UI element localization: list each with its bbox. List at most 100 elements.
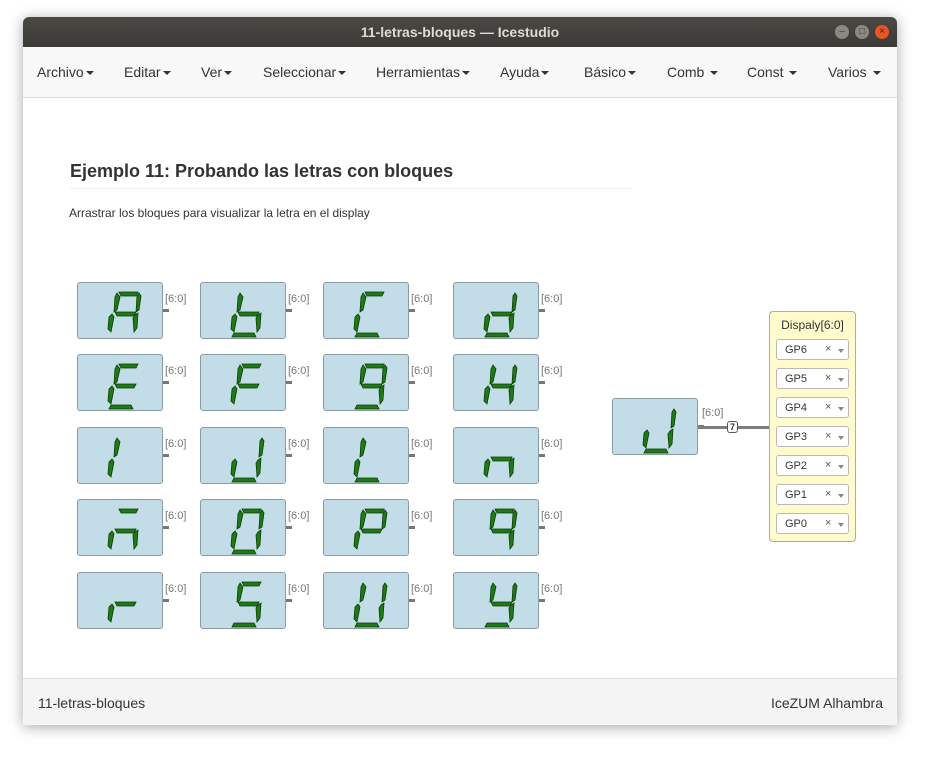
segment-c	[667, 428, 674, 450]
letter-block-17[interactable]	[77, 572, 163, 629]
menu-editar[interactable]: Editar	[124, 64, 171, 80]
letter-block-10[interactable]	[200, 427, 286, 484]
output-port[interactable]	[539, 454, 545, 457]
output-port[interactable]	[539, 526, 545, 529]
seven-segment-glyph	[483, 456, 515, 479]
menu-ayuda[interactable]: Ayuda	[500, 64, 550, 80]
port-label: [6:0]	[411, 510, 433, 522]
port-label: [6:0]	[288, 365, 310, 377]
segment-d	[231, 477, 257, 483]
port-label: [6:0]	[165, 293, 187, 305]
output-port[interactable]	[286, 381, 292, 384]
segment-f	[359, 582, 367, 603]
menu-seleccionar[interactable]: Seleccionar	[263, 64, 347, 80]
output-port[interactable]	[409, 599, 415, 602]
segment-g	[490, 601, 513, 607]
letter-block-4[interactable]	[453, 282, 539, 339]
letter-block-3[interactable]	[323, 282, 409, 339]
pin-select-gp3[interactable]: GP3 ×	[776, 426, 849, 447]
letter-block-18[interactable]	[200, 572, 286, 629]
active-letter-block[interactable]	[612, 398, 698, 455]
menu-basico[interactable]: Básico	[584, 64, 637, 80]
output-port[interactable]	[409, 526, 415, 529]
chevron-down-icon	[462, 71, 471, 76]
output-port[interactable]	[286, 599, 292, 602]
seven-segment-glyph	[107, 601, 137, 623]
letter-block-11[interactable]	[323, 427, 409, 484]
chevron-down-icon[interactable]	[838, 436, 844, 440]
chevron-down-icon[interactable]	[838, 494, 844, 498]
pin-select-gp0[interactable]: GP0 ×	[776, 513, 849, 534]
clear-icon[interactable]: ×	[825, 430, 831, 442]
clear-icon[interactable]: ×	[825, 517, 831, 529]
output-port[interactable]	[409, 454, 415, 457]
letter-block-6[interactable]	[200, 354, 286, 411]
output-port[interactable]	[163, 309, 169, 312]
menu-herramientas[interactable]: Herramientas	[376, 64, 471, 80]
chevron-down-icon[interactable]	[838, 378, 844, 382]
letter-block-7[interactable]	[323, 354, 409, 411]
pin-select-gp2[interactable]: GP2 ×	[776, 455, 849, 476]
output-port[interactable]	[163, 454, 169, 457]
letter-block-15[interactable]	[323, 499, 409, 556]
output-port[interactable]	[539, 599, 545, 602]
letter-block-13[interactable]	[77, 499, 163, 556]
output-port[interactable]	[163, 526, 169, 529]
menu-comb[interactable]: Comb	[667, 64, 719, 80]
letter-block-12[interactable]	[453, 427, 539, 484]
letter-block-1[interactable]	[77, 282, 163, 339]
menu-const[interactable]: Const	[747, 64, 798, 80]
segment-d	[643, 448, 669, 454]
segment-f	[359, 437, 367, 458]
menu-label: Básico	[584, 64, 627, 80]
clear-icon[interactable]: ×	[825, 459, 831, 471]
maximize-button[interactable]: □	[855, 25, 869, 39]
chevron-down-icon[interactable]	[838, 407, 844, 411]
output-port[interactable]	[163, 599, 169, 602]
letter-block-5[interactable]	[77, 354, 163, 411]
pin-value: GP3	[785, 431, 808, 443]
menu-varios[interactable]: Varios	[828, 64, 881, 80]
letter-block-20[interactable]	[453, 572, 539, 629]
menu-ver[interactable]: Ver	[201, 64, 233, 80]
letter-block-8[interactable]	[453, 354, 539, 411]
clear-icon[interactable]: ×	[825, 343, 831, 355]
close-button[interactable]: ×	[875, 25, 889, 39]
letter-block-2[interactable]	[200, 282, 286, 339]
chevron-down-icon	[628, 71, 637, 76]
letter-block-14[interactable]	[200, 499, 286, 556]
clear-icon[interactable]: ×	[825, 488, 831, 500]
clear-icon[interactable]: ×	[825, 372, 831, 384]
output-display-block[interactable]: Dispaly[6:0] GP6 × GP5 × GP4 × GP3 × GP2 × GP1 × GP0…	[769, 311, 856, 542]
design-canvas[interactable]: Ejemplo 11: Probando las letras con bloq…	[23, 98, 897, 678]
clear-icon[interactable]: ×	[825, 401, 831, 413]
chevron-down-icon[interactable]	[838, 523, 844, 527]
output-port[interactable]	[163, 381, 169, 384]
output-port[interactable]	[286, 526, 292, 529]
segment-f	[359, 509, 367, 530]
minimize-button[interactable]: –	[835, 25, 849, 39]
chevron-down-icon[interactable]	[838, 465, 844, 469]
output-port[interactable]	[409, 381, 415, 384]
pin-select-gp4[interactable]: GP4 ×	[776, 397, 849, 418]
pin-select-gp5[interactable]: GP5 ×	[776, 368, 849, 389]
output-port[interactable]	[286, 454, 292, 457]
chevron-down-icon[interactable]	[838, 349, 844, 353]
pin-select-gp1[interactable]: GP1 ×	[776, 484, 849, 505]
segment-e	[107, 530, 115, 550]
menu-archivo[interactable]: Archivo	[37, 64, 94, 80]
seven-segment-glyph	[642, 408, 677, 454]
port-label: [6:0]	[288, 438, 310, 450]
output-port[interactable]	[286, 309, 292, 312]
output-port[interactable]	[539, 309, 545, 312]
letter-block-9[interactable]	[77, 427, 163, 484]
pin-select-gp6[interactable]: GP6 ×	[776, 339, 849, 360]
segment-g	[360, 383, 383, 389]
letter-block-19[interactable]	[323, 572, 409, 629]
segment-a	[241, 581, 262, 587]
seven-segment-glyph	[489, 508, 518, 551]
output-port[interactable]	[409, 309, 415, 312]
segment-d	[231, 622, 257, 628]
output-port[interactable]	[539, 381, 545, 384]
letter-block-16[interactable]	[453, 499, 539, 556]
